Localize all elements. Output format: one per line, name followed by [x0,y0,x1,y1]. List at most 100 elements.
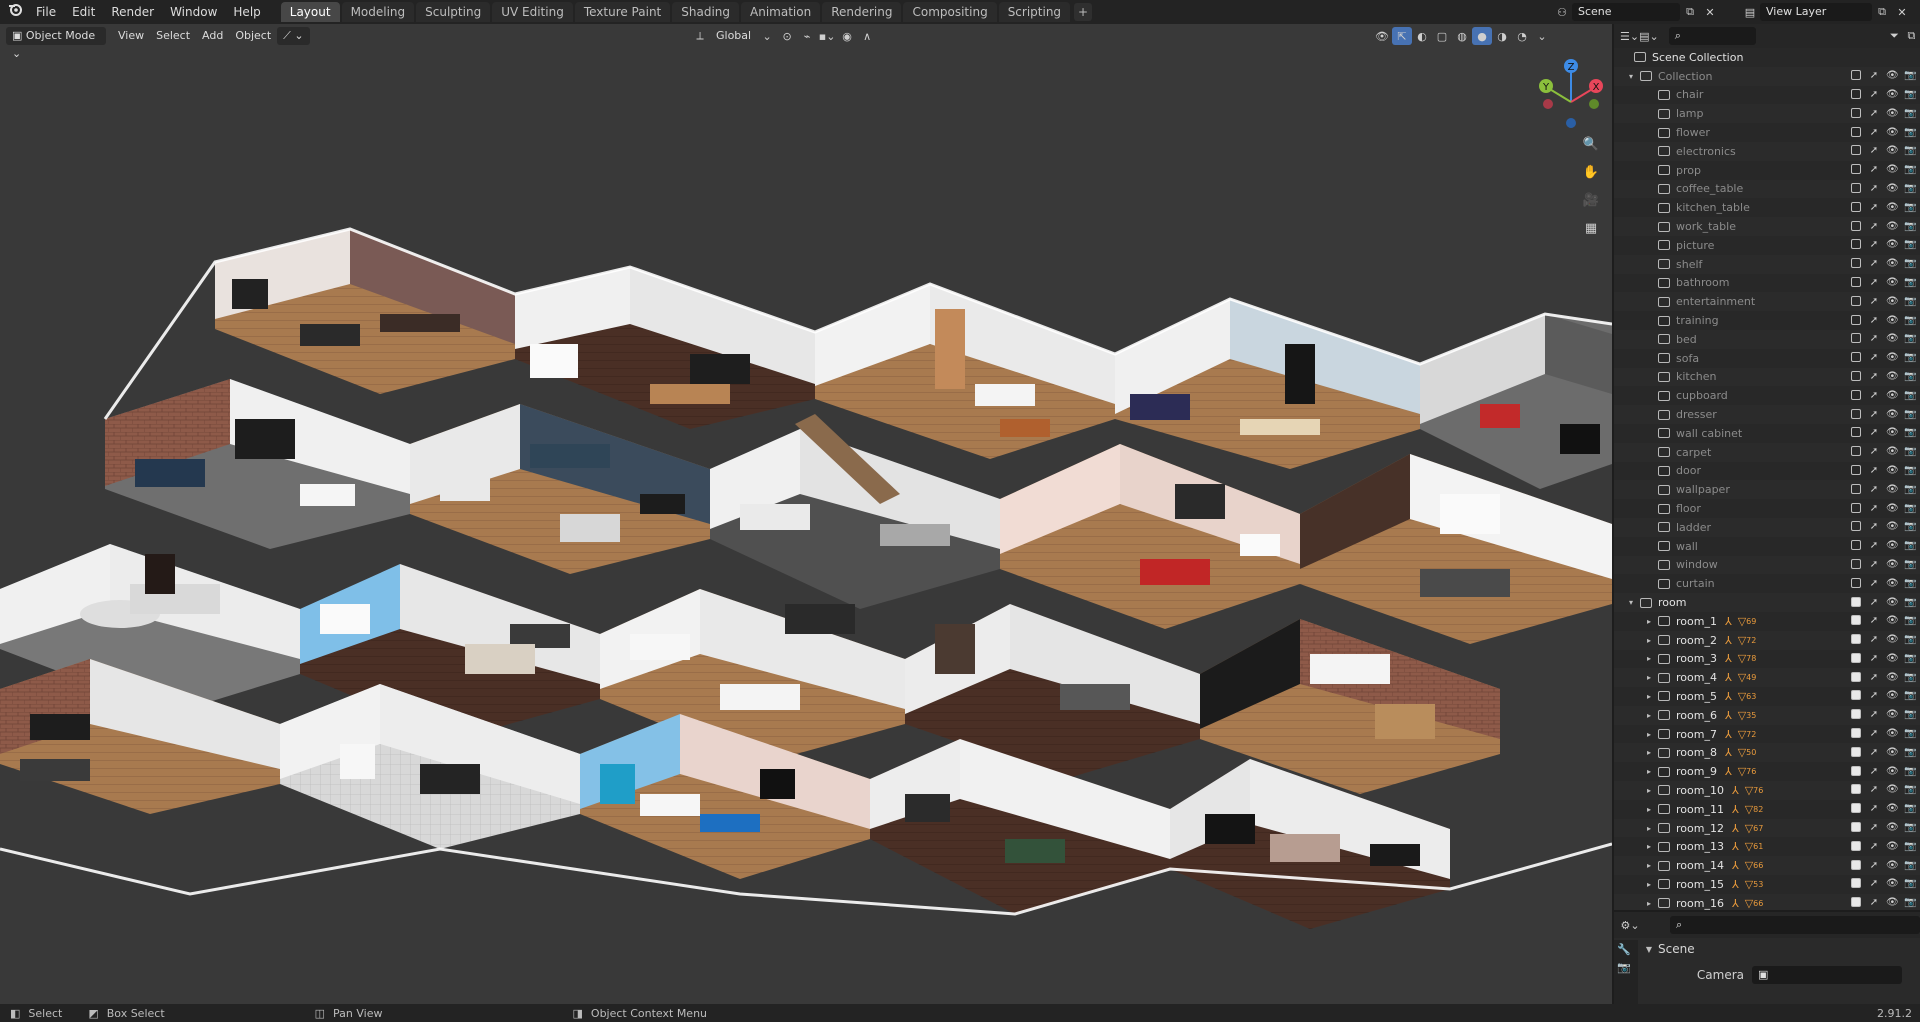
select-arrow-icon[interactable]: ➚ [1868,333,1880,345]
outliner-item[interactable]: sofa ➚ 👁 📷 [1614,349,1920,368]
camera-icon[interactable]: 📷 [1904,127,1916,139]
select-arrow-icon[interactable]: ➚ [1868,653,1880,665]
camera-icon[interactable]: 📷 [1904,728,1916,740]
view-layer-icon[interactable]: ▤ [1740,3,1760,21]
eye-icon[interactable]: 👁 [1886,127,1899,139]
menu-select[interactable]: Select [150,27,196,45]
exclude-checkbox[interactable] [1850,126,1862,139]
add-workspace-button[interactable]: + [1074,3,1093,21]
pivot-point-icon[interactable]: ⊙ [777,27,797,45]
filter-icon[interactable]: ⏷ [1886,27,1903,45]
eye-icon[interactable]: 👁 [1886,390,1899,402]
eye-icon[interactable]: 👁 [1886,446,1899,458]
overlay-icon[interactable]: ◐ [1412,27,1432,45]
outliner-item-room[interactable]: ▸ room_14 ⅄ ▽ 66 ➚ 👁 📷 [1614,856,1920,876]
gizmo-neg-x-icon[interactable] [1543,99,1553,109]
outliner-item[interactable]: carpet ➚ 👁 📷 [1614,442,1920,462]
exclude-checkbox[interactable] [1850,652,1862,665]
eye-icon[interactable]: 👁 [1886,709,1899,721]
outliner-item-room[interactable]: ▸ room_9 ⅄ ▽ 76 ➚ 👁 📷 [1614,762,1920,781]
expand-arrow-icon[interactable]: ▾ [1626,72,1636,81]
eye-icon[interactable]: 👁 [1886,728,1899,740]
tab-shading[interactable]: Shading [672,2,739,22]
select-arrow-icon[interactable]: ➚ [1868,127,1880,139]
exclude-checkbox[interactable] [1850,352,1862,364]
snap-target-icon[interactable]: ▪⌄ [817,27,837,45]
select-arrow-icon[interactable]: ➚ [1868,784,1880,796]
camera-icon[interactable]: 📷 [1904,484,1916,496]
select-arrow-icon[interactable]: ➚ [1868,277,1880,289]
select-arrow-icon[interactable]: ➚ [1868,352,1880,364]
select-arrow-icon[interactable]: ➚ [1868,503,1880,515]
camera-icon[interactable]: 📷 [1904,634,1916,646]
outliner-item[interactable]: cupboard ➚ 👁 📷 [1614,386,1920,405]
exclude-checkbox[interactable] [1850,502,1862,515]
transform-orientation-dropdown[interactable]: Global [710,27,757,45]
expand-arrow-icon[interactable]: ▸ [1644,617,1654,626]
select-arrow-icon[interactable]: ➚ [1868,597,1880,609]
eye-icon[interactable]: 👁 [1886,653,1899,665]
camera-icon[interactable]: 📷 [1904,615,1916,627]
select-arrow-icon[interactable]: ➚ [1868,728,1880,740]
expand-arrow-icon[interactable]: ▸ [1644,730,1654,739]
eye-icon[interactable]: 👁 [1886,822,1899,834]
select-arrow-icon[interactable]: ➚ [1868,690,1880,702]
select-arrow-icon[interactable]: ➚ [1868,183,1880,195]
exclude-checkbox[interactable] [1850,370,1862,383]
editor-type-icon[interactable]: ⚙⌄ [1620,916,1640,934]
select-arrow-icon[interactable]: ➚ [1868,747,1880,759]
gizmo-toggle-icon[interactable]: ⇱ [1392,27,1412,45]
outliner-item[interactable]: chair ➚ 👁 📷 [1614,86,1920,105]
outliner-item[interactable]: bathroom ➚ 👁 📷 [1614,274,1920,293]
outliner-item[interactable]: curtain ➚ 👁 📷 [1614,574,1920,593]
outliner-item[interactable]: floor ➚ 👁 📷 [1614,499,1920,518]
eye-icon[interactable]: 👁 [1886,352,1899,364]
outliner-item-room[interactable]: ▸ room_1 ⅄ ▽ 69 ➚ 👁 📷 [1614,612,1920,631]
outliner-item[interactable]: wall cabinet ➚ 👁 📷 [1614,424,1920,443]
exclude-checkbox[interactable] [1850,558,1862,571]
eye-icon[interactable]: 👁 [1886,427,1899,439]
outliner-item-room[interactable]: ▸ room_3 ⅄ ▽ 78 ➚ 👁 📷 [1614,650,1920,669]
new-view-layer-icon[interactable]: ⧉ [1872,3,1892,21]
expand-arrow-icon[interactable]: ▸ [1644,786,1654,795]
camera-icon[interactable]: 📷 [1904,446,1916,458]
expand-arrow-icon[interactable]: ▸ [1644,899,1654,908]
camera-icon[interactable]: 📷 [1904,653,1916,665]
camera-icon[interactable]: 📷 [1904,296,1916,308]
outliner-item-room[interactable]: ▸ room_6 ⅄ ▽ 35 ➚ 👁 📷 [1614,705,1920,725]
camera-icon[interactable]: 📷 [1904,202,1916,214]
tab-layout[interactable]: Layout [280,2,340,22]
exclude-checkbox[interactable] [1850,145,1862,157]
camera-icon[interactable]: 📷 [1904,841,1916,853]
camera-icon[interactable]: 📷 [1904,690,1916,702]
select-arrow-icon[interactable]: ➚ [1868,315,1880,327]
exclude-checkbox[interactable] [1850,258,1862,270]
eye-icon[interactable]: 👁 [1886,503,1899,515]
exclude-checkbox[interactable] [1850,333,1862,345]
select-arrow-icon[interactable]: ➚ [1868,803,1880,815]
camera-icon[interactable]: 📷 [1904,352,1916,364]
menu-render[interactable]: Render [103,0,162,24]
exclude-checkbox[interactable] [1850,596,1862,609]
select-arrow-icon[interactable]: ➚ [1868,578,1880,590]
new-collection-icon[interactable]: ⧉ [1903,27,1920,45]
eye-icon[interactable]: 👁 [1886,108,1899,120]
expand-arrow-icon[interactable]: ▸ [1644,636,1654,645]
tab-animation[interactable]: Animation [741,2,821,22]
outliner-item[interactable]: window ➚ 👁 📷 [1614,555,1920,575]
exclude-checkbox[interactable] [1850,690,1862,702]
eye-icon[interactable]: 👁 [1886,521,1899,533]
eye-icon[interactable]: 👁 [1886,239,1899,251]
camera-icon[interactable]: 📷 [1904,239,1916,251]
outliner-item[interactable]: wall ➚ 👁 📷 [1614,537,1920,556]
exclude-checkbox[interactable] [1850,446,1862,458]
select-arrow-icon[interactable]: ➚ [1868,559,1880,571]
tool-tab-icon[interactable]: 🔧 [1614,940,1634,958]
outliner-item-room[interactable]: ▸ room_11 ⅄ ▽ 82 ➚ 👁 📷 [1614,800,1920,819]
navigation-gizmo[interactable]: Z X Y [1539,59,1603,128]
select-arrow-icon[interactable]: ➚ [1868,221,1880,233]
camera-icon[interactable]: 📷 [1904,597,1916,609]
exclude-checkbox[interactable] [1850,840,1862,853]
outliner-item[interactable]: bed ➚ 👁 📷 [1614,329,1920,349]
camera-icon[interactable]: 📷 [1904,333,1916,345]
